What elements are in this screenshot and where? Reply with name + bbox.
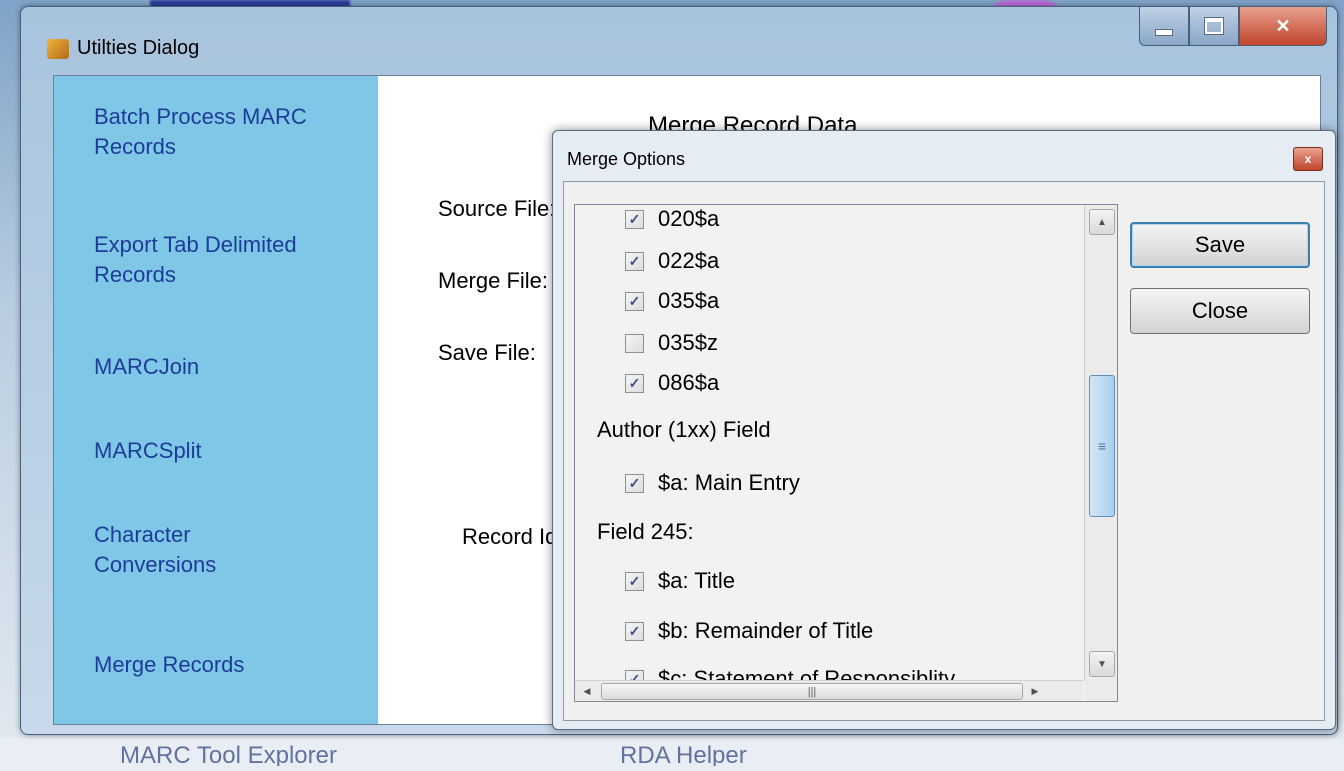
checkbox[interactable]: ✓ xyxy=(625,251,644,271)
checkbox[interactable]: ✓ xyxy=(625,373,644,393)
minimize-icon xyxy=(1155,28,1173,36)
sidebar-item-export-tab[interactable]: Export Tab Delimited Records xyxy=(94,230,344,290)
checkbox[interactable] xyxy=(625,333,644,353)
merge-field-checklist: ✓ 020$a ✓ 022$a ✓ 035$a 035$z ✓ 086$a Au… xyxy=(574,204,1118,702)
arrow-down-icon: ▼ xyxy=(1097,658,1107,670)
checklist-item-label: $a: Title xyxy=(658,568,736,593)
checkbox[interactable]: ✓ xyxy=(625,571,644,591)
checklist-item-main-entry[interactable]: ✓ $a: Main Entry xyxy=(625,467,800,499)
scroll-left-button[interactable]: ◀ xyxy=(579,683,595,699)
checkbox[interactable]: ✓ xyxy=(625,209,644,229)
checklist-item-label: $a: Main Entry xyxy=(658,470,800,495)
check-icon: ✓ xyxy=(628,375,641,391)
close-button[interactable]: ✕ xyxy=(1239,7,1327,46)
merge-options-dialog: Merge Options x ✓ 020$a ✓ 022$a ✓ 035$a xyxy=(552,130,1336,730)
checklist-item-035a[interactable]: ✓ 035$a xyxy=(625,285,719,317)
checklist-item-086a[interactable]: ✓ 086$a xyxy=(625,367,719,399)
close-icon: x xyxy=(1304,152,1312,166)
checklist-item-label: 020$a xyxy=(658,206,720,231)
check-icon: ✓ xyxy=(628,211,641,227)
checklist-item-remainder-title[interactable]: ✓ $b: Remainder of Title xyxy=(625,615,873,647)
horizontal-scroll-thumb[interactable]: ||| xyxy=(601,683,1023,700)
desktop-bottom-label-mid: RDA Helper xyxy=(620,742,747,766)
checklist-viewport: ✓ 020$a ✓ 022$a ✓ 035$a 035$z ✓ 086$a Au… xyxy=(575,205,1083,681)
checklist-item-title[interactable]: ✓ $a: Title xyxy=(625,565,735,597)
app-icon xyxy=(47,39,69,59)
close-icon: ✕ xyxy=(1275,15,1291,36)
sidebar-item-batch-process[interactable]: Batch Process MARC Records xyxy=(94,102,364,162)
sidebar-item-marcsplit[interactable]: MARCSplit xyxy=(94,436,364,466)
check-icon: ✓ xyxy=(628,253,641,269)
checklist-item-035z[interactable]: 035$z xyxy=(625,327,718,359)
scrollbar-corner xyxy=(1085,681,1117,701)
checklist-item-label: $b: Remainder of Title xyxy=(658,618,874,643)
scroll-down-button[interactable]: ▼ xyxy=(1089,651,1115,677)
sidebar-item-merge-records[interactable]: Merge Records xyxy=(94,650,364,680)
checkbox[interactable]: ✓ xyxy=(625,621,644,641)
group-header-field-245: Field 245: xyxy=(597,519,694,544)
desktop-bottom-label-left: MARC Tool Explorer xyxy=(120,742,337,766)
modal-close-button[interactable]: x xyxy=(1293,147,1323,171)
check-icon: ✓ xyxy=(628,573,641,589)
maximize-icon xyxy=(1204,17,1224,35)
sidebar-item-marcjoin[interactable]: MARCJoin xyxy=(94,352,364,382)
checklist-item-label: 035$z xyxy=(658,330,718,355)
checklist-item-statement-resp[interactable]: ✓ $c: Statement of Responsiblity xyxy=(625,663,955,681)
titlebar[interactable]: Utilties Dialog ✕ xyxy=(21,7,1337,85)
scroll-up-button[interactable]: ▲ xyxy=(1089,209,1115,235)
arrow-left-icon: ◀ xyxy=(583,685,591,696)
modal-title: Merge Options xyxy=(567,149,686,169)
sidebar-item-character-conversions[interactable]: Character Conversions xyxy=(94,520,284,580)
sidebar: Batch Process MARC Records Export Tab De… xyxy=(54,76,378,724)
arrow-up-icon: ▲ xyxy=(1097,216,1107,228)
arrow-right-icon: ▶ xyxy=(1031,685,1039,696)
grip-icon: ||| xyxy=(807,685,817,698)
checklist-item-020a[interactable]: ✓ 020$a xyxy=(625,205,719,235)
minimize-button[interactable] xyxy=(1139,7,1189,46)
scroll-right-button[interactable]: ▶ xyxy=(1027,683,1043,699)
horizontal-scrollbar[interactable]: ◀ ||| ▶ xyxy=(575,680,1083,701)
checklist-item-022a[interactable]: ✓ 022$a xyxy=(625,245,719,277)
close-dialog-button[interactable]: Close xyxy=(1130,288,1310,334)
checklist-item-label: 086$a xyxy=(658,370,720,395)
checklist-item-label: 035$a xyxy=(658,288,720,313)
checkbox[interactable]: ✓ xyxy=(625,291,644,311)
vertical-scrollbar[interactable]: ▲ ≡ ▼ xyxy=(1084,205,1117,681)
maximize-button[interactable] xyxy=(1189,7,1239,46)
checkbox[interactable]: ✓ xyxy=(625,473,644,493)
check-icon: ✓ xyxy=(628,293,641,309)
window-title: Utilties Dialog xyxy=(77,37,200,59)
window-controls: ✕ xyxy=(1139,7,1327,46)
check-icon: ✓ xyxy=(628,475,641,491)
check-icon: ✓ xyxy=(628,623,641,639)
grip-icon: ≡ xyxy=(1097,438,1107,454)
vertical-scroll-thumb[interactable]: ≡ xyxy=(1089,375,1115,517)
checklist-item-label: 022$a xyxy=(658,248,720,273)
save-button[interactable]: Save xyxy=(1130,222,1310,268)
checklist-item-label: $c: Statement of Responsiblity xyxy=(658,666,956,681)
modal-client-area: ✓ 020$a ✓ 022$a ✓ 035$a 035$z ✓ 086$a Au… xyxy=(563,181,1325,721)
group-header-author: Author (1xx) Field xyxy=(597,417,771,442)
